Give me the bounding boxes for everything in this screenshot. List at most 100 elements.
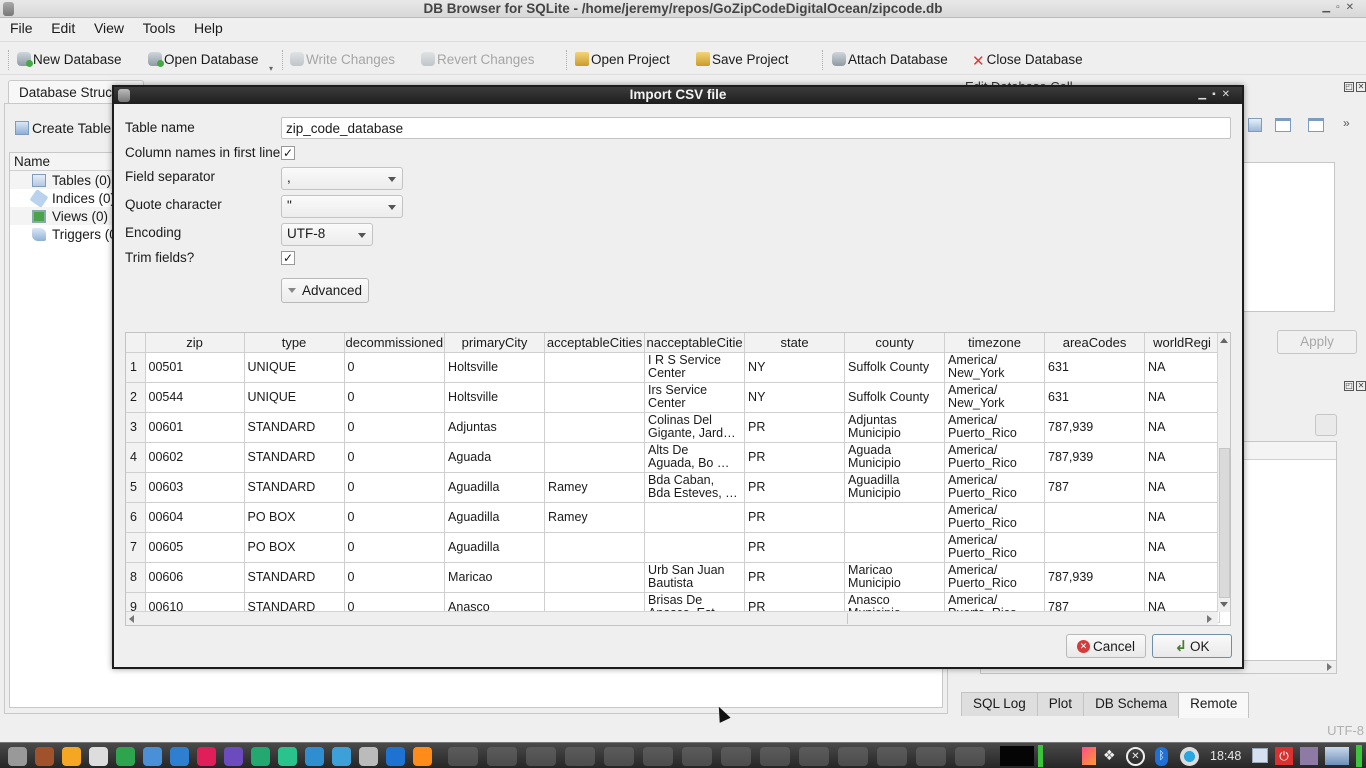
ok-button[interactable]: ↲ OK — [1152, 634, 1232, 658]
preview-cell[interactable]: 0 — [344, 382, 446, 413]
close-icon[interactable]: ✕ — [1356, 82, 1366, 92]
preview-cell[interactable] — [644, 532, 746, 563]
preview-cell[interactable]: 00603 — [145, 472, 245, 503]
chromium-window-button[interactable] — [799, 747, 829, 766]
preview-cell[interactable]: 787,939 — [1044, 442, 1146, 473]
field-separator-select[interactable]: , — [281, 167, 403, 190]
row-number[interactable]: 5 — [126, 472, 146, 503]
overflow-chevron-icon[interactable]: » — [1343, 116, 1350, 130]
column-header[interactable]: primaryCity — [444, 333, 546, 353]
show-desktop-icon[interactable] — [1252, 748, 1268, 763]
network-icon[interactable] — [1325, 747, 1349, 765]
preview-cell[interactable] — [544, 382, 646, 413]
preview-cell[interactable]: 0 — [344, 352, 446, 383]
webstorm-launcher-icon[interactable] — [332, 747, 351, 766]
preview-cell[interactable]: NA — [1144, 352, 1221, 383]
preview-cell[interactable]: PO BOX — [244, 502, 345, 533]
db-browser-launcher-icon[interactable] — [359, 747, 378, 766]
clock[interactable]: 18:48 — [1210, 749, 1241, 763]
preview-cell[interactable]: 0 — [344, 562, 446, 593]
preview-cell[interactable]: Adjuntas — [444, 412, 546, 443]
preview-cell[interactable] — [544, 352, 646, 383]
preview-cell[interactable]: America/ Puerto_Rico — [944, 472, 1046, 503]
postman-window-button[interactable] — [643, 747, 673, 766]
goland-window-button[interactable] — [682, 747, 712, 766]
close-database-button[interactable]: ✕ Close Database — [972, 49, 1083, 71]
lock-screen-icon[interactable] — [1300, 747, 1318, 765]
row-number[interactable]: 4 — [126, 442, 146, 473]
slack-tray-icon[interactable] — [1180, 747, 1199, 766]
xchat-icon[interactable]: ✕ — [1126, 747, 1145, 766]
sublime-merge-tray-icon[interactable] — [1082, 747, 1096, 765]
vscode-launcher-icon[interactable] — [170, 747, 189, 766]
scroll-up-icon[interactable] — [1220, 338, 1228, 343]
column-header[interactable]: acceptableCities — [544, 333, 646, 353]
column-names-checkbox[interactable]: ✓ — [281, 146, 295, 160]
new-database-button[interactable]: New Database — [17, 49, 122, 69]
scroll-thumb[interactable] — [138, 613, 848, 624]
save-project-button[interactable]: Save Project — [696, 49, 789, 69]
table-name-input[interactable] — [281, 117, 1231, 139]
preview-cell[interactable]: NA — [1144, 412, 1221, 443]
preview-cell[interactable]: 0 — [344, 412, 446, 443]
preview-cell[interactable]: Irs Service Center — [644, 382, 746, 413]
preview-cell[interactable]: UNIQUE — [244, 382, 345, 413]
apply-button[interactable]: Apply — [1277, 330, 1357, 354]
preview-cell[interactable]: America/ New_York — [944, 352, 1046, 383]
corner-header[interactable] — [126, 333, 146, 353]
open-database-dropdown-icon[interactable]: ▾ — [269, 64, 273, 73]
datagrip-launcher-icon[interactable] — [278, 747, 297, 766]
close-icon[interactable]: ✕ — [1346, 2, 1360, 13]
goland-launcher-icon[interactable] — [224, 747, 243, 766]
terminal-window-button[interactable] — [448, 747, 478, 766]
attach-database-button[interactable]: Attach Database — [832, 49, 948, 69]
column-header[interactable]: state — [744, 333, 846, 353]
sublime-text-launcher-icon[interactable] — [62, 747, 81, 766]
preview-cell[interactable]: 0 — [344, 442, 446, 473]
system-tool-launcher-icon[interactable] — [35, 747, 54, 766]
preview-cell[interactable] — [1044, 502, 1146, 533]
file-manager-window-button[interactable] — [760, 747, 790, 766]
preview-cell[interactable]: America/ New_York — [944, 382, 1046, 413]
import-icon[interactable] — [1275, 118, 1291, 132]
preview-cell[interactable]: 631 — [1044, 352, 1146, 383]
column-header[interactable]: timezone — [944, 333, 1046, 353]
system-monitor-launcher-icon[interactable] — [386, 747, 405, 766]
write-changes-button[interactable]: Write Changes — [290, 49, 395, 69]
toolbar-grip[interactable] — [822, 50, 823, 70]
dropbox-icon[interactable]: ❖ — [1103, 747, 1116, 764]
trim-fields-checkbox[interactable]: ✓ — [281, 251, 295, 265]
chromium-launcher-icon[interactable] — [143, 747, 162, 766]
scroll-thumb[interactable] — [1219, 448, 1230, 598]
preview-cell[interactable] — [544, 532, 646, 563]
preview-cell[interactable]: STANDARD — [244, 472, 345, 503]
row-number[interactable]: 2 — [126, 382, 146, 413]
preview-cell[interactable]: STANDARD — [244, 562, 345, 593]
preview-cell[interactable]: NA — [1144, 532, 1221, 563]
column-header[interactable]: zip — [145, 333, 245, 353]
preview-cell[interactable]: NA — [1144, 472, 1221, 503]
float-icon[interactable]: ◰ — [1344, 381, 1354, 391]
preview-cell[interactable]: PR — [744, 562, 846, 593]
preview-cell[interactable]: Aguadilla — [444, 472, 546, 503]
preview-cell[interactable]: 631 — [1044, 382, 1146, 413]
preview-cell[interactable]: PR — [744, 442, 846, 473]
revert-changes-button[interactable]: Revert Changes — [421, 49, 535, 69]
minimize-icon[interactable]: ▁ — [1322, 2, 1336, 13]
preview-cell[interactable] — [644, 502, 746, 533]
scroll-left-icon[interactable] — [129, 615, 134, 623]
preview-cell[interactable]: Aguadilla — [444, 532, 546, 563]
column-header[interactable]: type — [244, 333, 345, 353]
minimize-icon[interactable]: ▁ — [1198, 89, 1212, 100]
preview-cell[interactable]: America/ Puerto_Rico — [944, 532, 1046, 563]
quote-character-select[interactable]: " — [281, 195, 403, 218]
preview-cell[interactable] — [844, 532, 946, 563]
preview-cell[interactable]: 00604 — [145, 502, 245, 533]
column-header[interactable]: decommissioned — [344, 333, 446, 353]
preview-cell[interactable]: STANDARD — [244, 412, 345, 443]
preview-cell[interactable]: 00544 — [145, 382, 245, 413]
remote-push-button[interactable] — [1315, 414, 1337, 436]
preview-cell[interactable]: NA — [1144, 382, 1221, 413]
preview-cell[interactable]: America/ Puerto_Rico — [944, 442, 1046, 473]
preview-cell[interactable]: 0 — [344, 532, 446, 563]
